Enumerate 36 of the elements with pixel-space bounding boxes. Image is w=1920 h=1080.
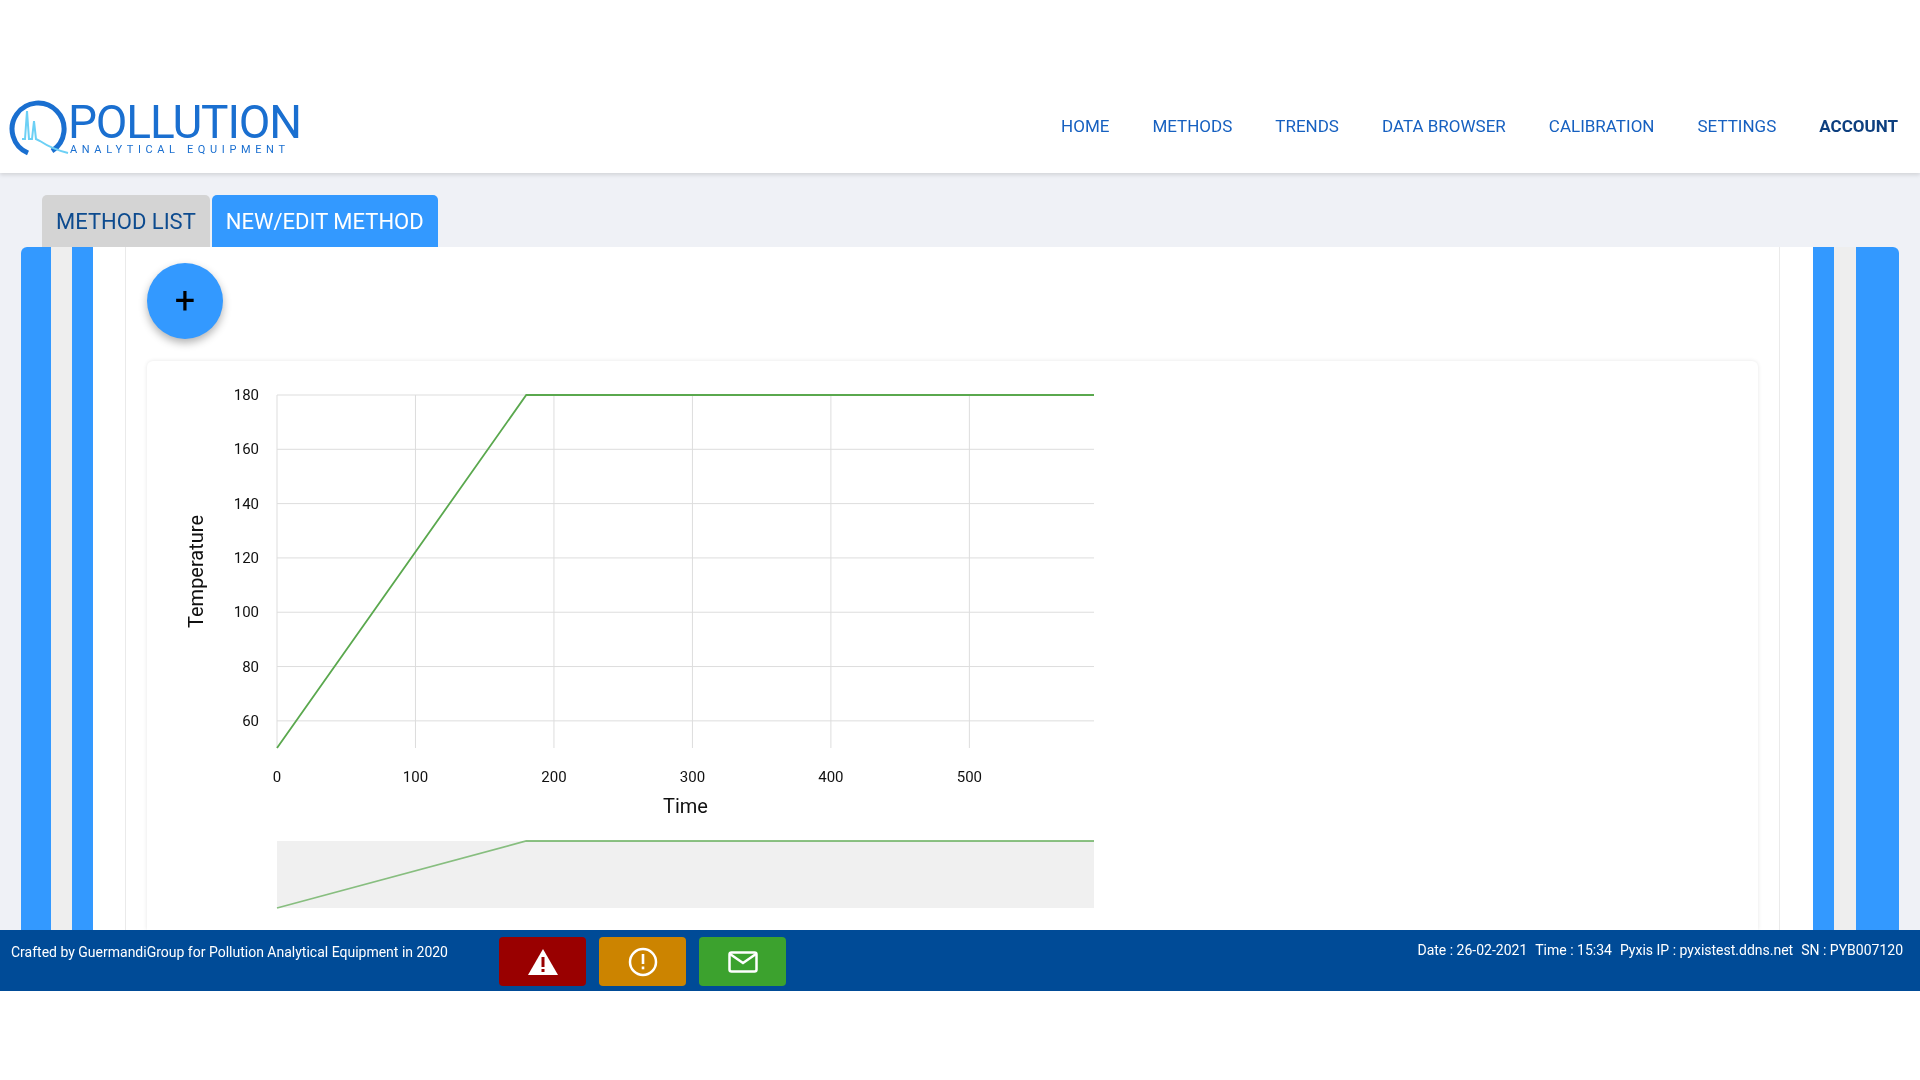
logo-tagline: ANALYTICAL EQUIPMENT [70,144,291,156]
warning-triangle-icon [526,947,559,976]
exclamation-circle-icon [627,946,658,977]
mail-icon [727,950,758,973]
logo-wordmark: POLLUTION [68,100,301,144]
x-tick-label: 500 [956,768,982,786]
nav-link[interactable]: CALIBRATION [1548,113,1655,139]
range-navigator[interactable] [276,840,1095,909]
nav-link[interactable]: DATA BROWSER [1381,113,1506,139]
footer-info: Pyxis IP : pyxistest.ddns.net [1619,941,1794,960]
nav-link[interactable]: SETTINGS [1697,113,1777,139]
x-tick-label: 200 [541,768,567,786]
footer-credit: Crafted by GuermandiGroup for Pollution Analytical Equipment in 2020 [11,943,449,962]
tab[interactable]: METHOD LIST [42,195,210,247]
y-axis-title: Temperature [184,515,208,628]
nav-link[interactable]: ACCOUNT [1819,113,1898,139]
y-tick-label: 140 [233,494,259,513]
status-button[interactable] [499,937,586,986]
footer-info: Time : 15:34 [1535,941,1612,960]
x-axis-title: Time [663,794,708,818]
x-tick-label: 400 [818,768,844,786]
y-tick-label: 100 [233,603,259,622]
nav-link[interactable]: METHODS [1152,113,1233,139]
add-button[interactable]: + [147,263,223,339]
footer-info: SN : PYB007120 [1801,941,1903,960]
y-tick-label: 80 [242,657,259,676]
nav-link[interactable]: HOME [1061,113,1110,139]
x-tick-label: 100 [402,768,429,786]
x-tick-label: 0 [272,768,282,786]
y-tick-label: 160 [233,440,259,459]
y-tick-label: 60 [242,711,259,730]
y-tick-label: 180 [233,386,259,404]
y-tick-label: 120 [233,548,259,567]
footer-info: Date : 26-02-2021 [1417,941,1528,960]
nav-link[interactable]: TRENDS [1275,113,1339,139]
x-tick-label: 300 [679,768,706,786]
